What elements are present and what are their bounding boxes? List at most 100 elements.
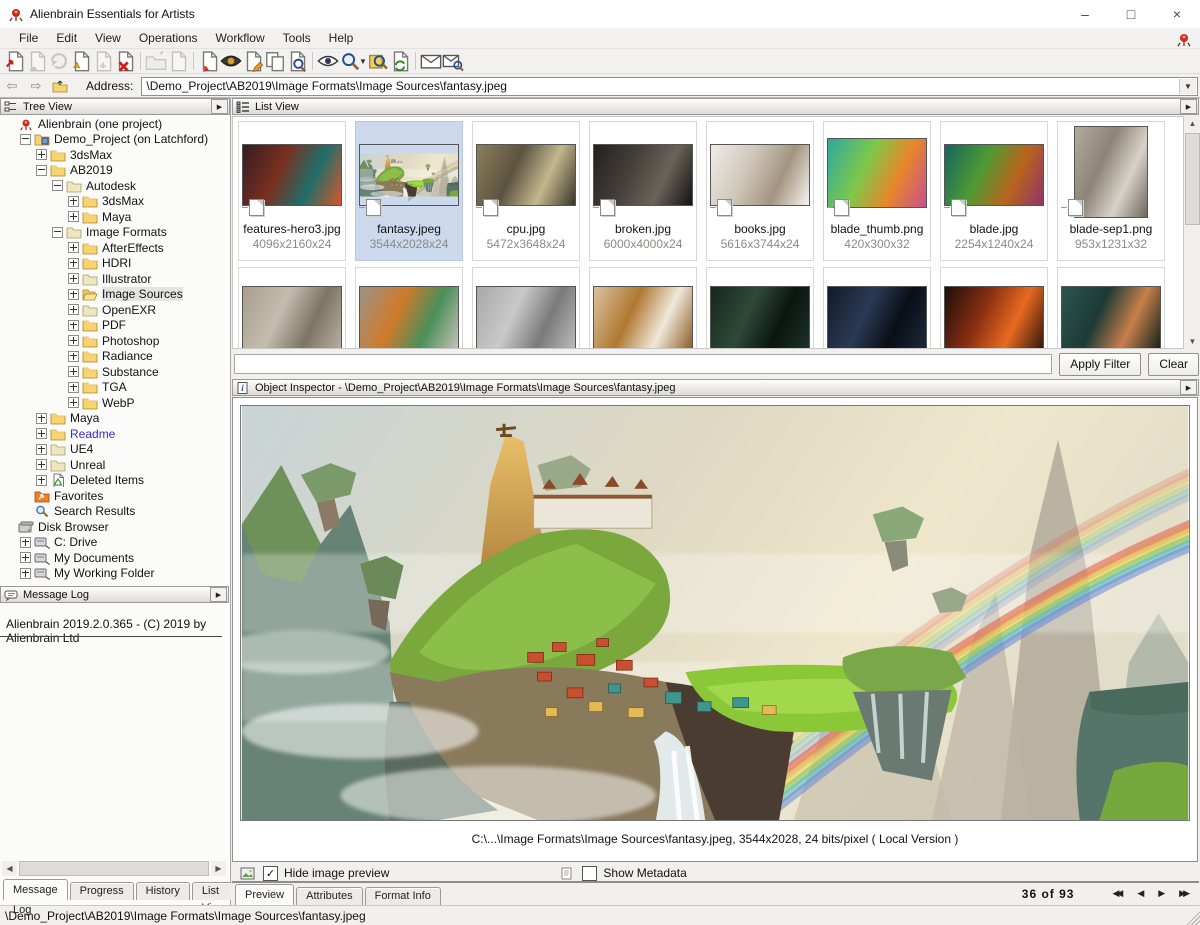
tree-item-unreal[interactable]: Unreal [0,457,229,473]
new-item-icon[interactable] [198,50,220,72]
tree-item-ue4[interactable]: UE4 [0,442,229,458]
tree-item-tga[interactable]: TGA [0,380,229,396]
filter-input[interactable] [234,354,1052,374]
tree-item-readme[interactable]: Readme [0,426,229,442]
scroll-left-icon[interactable]: ◀ [2,861,17,876]
resize-grip[interactable] [1186,911,1200,925]
message-log-menu-arrow-icon[interactable]: ▶ [210,587,227,602]
tree-item-favorites[interactable]: Favorites [0,488,229,504]
thumbnail-books.jpg[interactable]: books.jpg5616x3744x24 [706,121,814,261]
expand-icon[interactable] [68,273,79,284]
tree-item-c-drive[interactable]: C: Drive [0,535,229,551]
expand-icon[interactable] [36,444,47,455]
tree-item-image-formats[interactable]: Image Formats [0,225,229,241]
thumbnail-item[interactable] [589,267,697,349]
first-item-icon[interactable]: ◀◀ [1112,888,1120,899]
expand-icon[interactable] [68,397,79,408]
tab-history[interactable]: History [136,882,190,900]
expand-icon[interactable] [68,289,79,300]
thumbnail-broken.jpg[interactable]: broken.jpg6000x4000x24 [589,121,697,261]
scroll-thumb[interactable] [19,861,209,876]
close-button[interactable]: × [1154,0,1200,28]
minimize-button[interactable]: – [1062,0,1108,28]
thumbnail-blade-sep1.png[interactable]: blade-sep1.png953x1231x32 [1057,121,1165,261]
address-dropdown-icon[interactable]: ▼ [1179,79,1196,94]
expand-icon[interactable] [36,149,47,160]
tree-view-menu-arrow-icon[interactable]: ▶ [211,99,228,114]
menu-workflow[interactable]: Workflow [207,28,274,49]
apply-filter-button[interactable]: Apply Filter [1059,353,1141,376]
collapse-icon[interactable] [52,180,63,191]
clear-filter-button[interactable]: Clear [1148,353,1199,376]
thumbnail-features-hero3.jpg[interactable]: features-hero3.jpg4096x2160x24 [238,121,346,261]
mail-search-icon[interactable] [442,50,464,72]
expand-icon[interactable] [68,258,79,269]
tree-item-my-working-folder[interactable]: My Working Folder [0,566,229,582]
expand-icon[interactable] [20,552,31,563]
expand-icon[interactable] [68,304,79,315]
last-item-icon[interactable]: ▶▶ [1179,888,1187,899]
tree-item-autodesk[interactable]: Autodesk [0,178,229,194]
tree-item-alienbrain-one-project-[interactable]: Alienbrain (one project) [0,116,229,132]
tree-item-ab2019[interactable]: AB2019 [0,163,229,179]
up-folder-icon[interactable] [48,77,72,96]
thumbnail-item[interactable] [940,267,1048,349]
thumbnail-item[interactable] [1057,267,1165,349]
tree-item-3dsmax[interactable]: 3dsMax [0,194,229,210]
scroll-track[interactable] [1185,227,1200,334]
maximize-button[interactable]: □ [1108,0,1154,28]
tree-item-radiance[interactable]: Radiance [0,349,229,365]
tree-item-webp[interactable]: WebP [0,395,229,411]
address-input[interactable]: \Demo_Project\AB2019\Image Formats\Image… [141,77,1198,96]
hide-image-preview-checkbox[interactable]: ✓ [263,866,278,881]
thumbnail-item[interactable] [823,267,931,349]
mail-icon[interactable] [420,50,442,72]
expand-icon[interactable] [68,196,79,207]
thumbnail-fantasy.jpeg[interactable]: fantasy.jpeg3544x2028x24 [355,121,463,261]
tab-preview[interactable]: Preview [235,884,294,905]
expand-icon[interactable] [36,475,47,486]
list-vertical-scrollbar[interactable]: ▲ ▼ [1185,116,1200,349]
tree-item-aftereffects[interactable]: AfterEffects [0,240,229,256]
collapse-icon[interactable] [20,134,31,145]
thumbnail-blade_thumb.png[interactable]: blade_thumb.png420x300x32 [823,121,931,261]
search-dropdown-icon[interactable] [339,50,361,72]
object-inspector-menu-arrow-icon[interactable]: ▶ [1180,380,1197,395]
tree-item-pdf[interactable]: PDF [0,318,229,334]
tree-item-search-results[interactable]: Search Results [0,504,229,520]
expand-icon[interactable] [68,382,79,393]
search-caret-icon[interactable]: ▼ [359,57,367,66]
thumbnail-item[interactable] [238,267,346,349]
find-file-icon[interactable] [286,50,308,72]
collapse-icon[interactable] [52,227,63,238]
copy-icon[interactable] [264,50,286,72]
import-icon[interactable] [70,50,92,72]
expand-icon[interactable] [20,537,31,548]
expand-icon[interactable] [36,428,47,439]
scroll-up-icon[interactable]: ▲ [1185,116,1200,131]
expand-icon[interactable] [36,413,47,424]
previous-item-icon[interactable]: ◀ [1137,888,1144,899]
tree-item-3dsmax[interactable]: 3dsMax [0,147,229,163]
tree-item-demo-project-on-latchford-[interactable]: Demo_Project (on Latchford) [0,132,229,148]
thumbnail-item[interactable] [472,267,580,349]
tree-item-disk-browser[interactable]: Disk Browser [0,519,229,535]
tab-progress[interactable]: Progress [70,882,134,900]
expand-icon[interactable] [68,320,79,331]
tree-item-photoshop[interactable]: Photoshop [0,333,229,349]
collapse-icon[interactable] [36,165,47,176]
tree-item-openexr[interactable]: OpenEXR [0,302,229,318]
scroll-thumb[interactable] [1185,133,1200,225]
expand-icon[interactable] [20,568,31,579]
expand-icon[interactable] [36,459,47,470]
menu-edit[interactable]: Edit [47,28,86,49]
menu-view[interactable]: View [86,28,130,49]
tab-attributes[interactable]: Attributes [296,887,362,905]
thumbnail-blade.jpg[interactable]: blade.jpg2254x1240x24 [940,121,1048,261]
menu-file[interactable]: File [10,28,47,49]
tree-item-maya[interactable]: Maya [0,411,229,427]
delete-icon[interactable] [114,50,136,72]
menu-tools[interactable]: Tools [274,28,320,49]
refresh-icon[interactable] [389,50,411,72]
expand-icon[interactable] [68,242,79,253]
